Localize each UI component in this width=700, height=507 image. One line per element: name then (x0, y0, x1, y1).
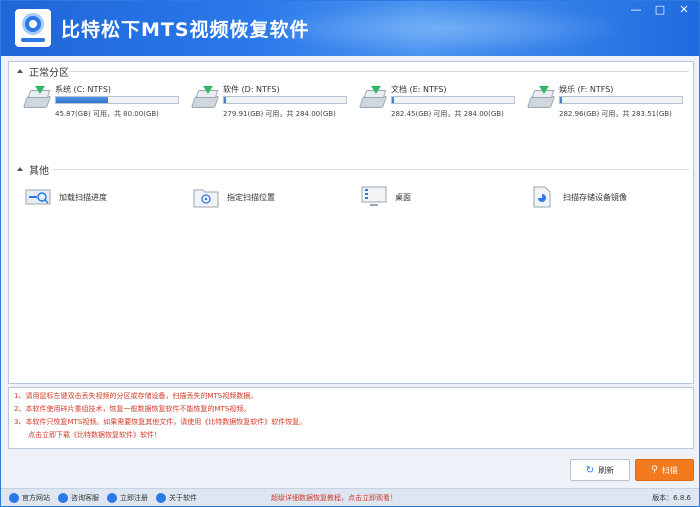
app-window: 比特松下MTS视频恢复软件 — □ ✕ 正常分区 系统 (C: NTFS) 45… (0, 0, 700, 507)
tool-label: 桌面 (395, 193, 411, 202)
download-link[interactable]: 点击立即下载《比特数据恢复软件》软件！ (14, 429, 693, 442)
app-title: 比特松下MTS视频恢复软件 (61, 19, 310, 41)
status-item-label: 官方网站 (22, 493, 50, 502)
note-line: 3、本软件只恢复MTS视频。如果需要恢复其他文件，请使用《比特数据恢复软件》软件… (14, 418, 307, 426)
collapse-triangle-icon (17, 69, 23, 73)
minimize-button[interactable]: — (627, 3, 645, 17)
drive-usage-bar (391, 96, 515, 104)
app-logo-icon (15, 9, 51, 47)
support-link[interactable]: 咨询客服 (58, 492, 99, 503)
status-item-label: 咨询客服 (71, 493, 99, 502)
drive-capacity: 282.96(GB) 可用，共 283.51(GB) (559, 110, 672, 118)
collapse-triangle-icon (17, 167, 23, 171)
register-link[interactable]: 立即注册 (107, 492, 148, 503)
tool-label: 指定扫描位置 (227, 193, 275, 202)
drive-item[interactable]: 娱乐 (F: NTFS) 282.96(GB) 可用，共 283.51(GB) (523, 82, 683, 122)
others-header-label: 其他 (29, 165, 49, 177)
search-icon: ⚲ (651, 465, 658, 475)
title-bar: 比特松下MTS视频恢复软件 — □ ✕ (1, 1, 699, 56)
note-line: 1、请用鼠标左键双击丢失视频的分区或存储设备，扫描丢失的MTS视频数据。 (14, 392, 258, 400)
image-file-icon (529, 186, 555, 208)
partitions-header-label: 正常分区 (29, 67, 69, 79)
tutorial-promo-link[interactable]: 超级详细数据恢复教程，点击立即观看！ (271, 493, 397, 503)
notes-panel: 1、请用鼠标左键双击丢失视频的分区或存储设备，扫描丢失的MTS视频数据。 2、本… (8, 387, 694, 449)
main-panel: 正常分区 系统 (C: NTFS) 45.87(GB) 可用，共 80.00(G… (8, 61, 694, 384)
tool-label: 加载扫描进度 (59, 193, 107, 202)
about-link[interactable]: 关于软件 (156, 492, 197, 503)
section-divider (53, 169, 689, 170)
drive-capacity: 279.91(GB) 可用，共 284.00(GB) (223, 110, 336, 118)
drive-icon (22, 86, 52, 112)
drive-usage-bar (223, 96, 347, 104)
drive-name: 娱乐 (F: NTFS) (559, 85, 614, 94)
note-line: 2、本软件使用碎片重组技术，恢复一般数据恢复软件不能恢复的MTS视频。 (14, 405, 251, 413)
tool-load-progress[interactable]: 加载扫描进度 (19, 186, 179, 212)
drive-capacity: 45.87(GB) 可用，共 80.00(GB) (55, 110, 159, 118)
drive-icon (358, 86, 388, 112)
key-icon (107, 492, 117, 503)
tool-scan-image[interactable]: 扫描存储设备镜像 (523, 186, 683, 212)
folder-target-icon (193, 186, 219, 208)
refresh-button[interactable]: ↻ 刷新 (570, 459, 630, 481)
chat-icon (58, 492, 68, 503)
close-button[interactable]: ✕ (675, 3, 693, 17)
version-label: 版本：6.8.6 (652, 494, 691, 502)
drive-usage-bar (55, 96, 179, 104)
scan-label: 扫描 (661, 465, 678, 475)
drive-name: 文档 (E: NTFS) (391, 85, 447, 94)
globe-icon (9, 492, 19, 503)
scan-button[interactable]: ⚲ 扫描 (635, 459, 694, 481)
tool-desktop[interactable]: 桌面 (355, 186, 515, 212)
drive-item[interactable]: 软件 (D: NTFS) 279.91(GB) 可用，共 284.00(GB) (187, 82, 347, 122)
status-item-label: 关于软件 (169, 493, 197, 502)
tool-label: 扫描存储设备镜像 (563, 193, 627, 202)
load-progress-icon (25, 186, 51, 208)
refresh-icon: ↻ (585, 464, 595, 476)
drive-name: 软件 (D: NTFS) (223, 85, 280, 94)
drive-usage-bar (559, 96, 683, 104)
partitions-section-header[interactable]: 正常分区 (17, 64, 69, 79)
refresh-label: 刷新 (598, 465, 615, 475)
drive-name: 系统 (C: NTFS) (55, 85, 112, 94)
others-section-header[interactable]: 其他 (17, 162, 49, 177)
status-item-label: 立即注册 (120, 493, 148, 502)
section-divider (69, 71, 689, 72)
status-bar: 官方网站 咨询客服 立即注册 关于软件 超级详细数据恢复教程，点击立即观看！ 版… (1, 488, 699, 506)
drive-item[interactable]: 系统 (C: NTFS) 45.87(GB) 可用，共 80.00(GB) (19, 82, 179, 122)
official-site-link[interactable]: 官方网站 (9, 492, 50, 503)
drive-item[interactable]: 文档 (E: NTFS) 282.45(GB) 可用，共 284.00(GB) (355, 82, 515, 122)
desktop-icon (361, 186, 387, 208)
drive-capacity: 282.45(GB) 可用，共 284.00(GB) (391, 110, 504, 118)
user-icon (156, 492, 166, 503)
tool-choose-location[interactable]: 指定扫描位置 (187, 186, 347, 212)
maximize-button[interactable]: □ (651, 3, 669, 17)
drive-icon (190, 86, 220, 112)
drive-icon (526, 86, 556, 112)
